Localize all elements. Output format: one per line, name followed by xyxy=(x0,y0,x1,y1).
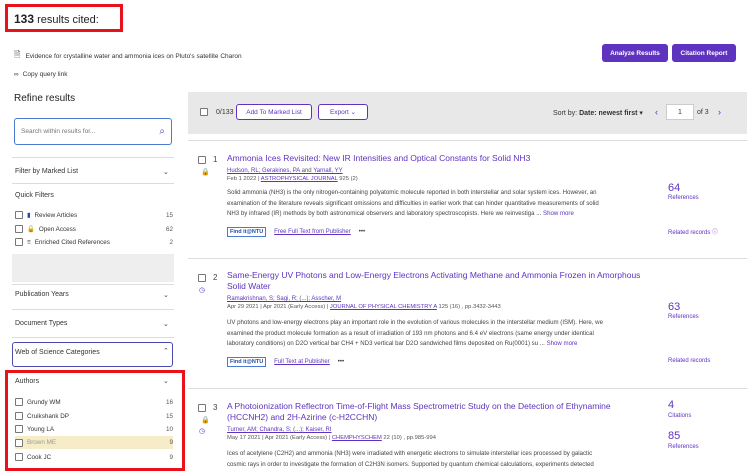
caret-down-icon: ▾ xyxy=(639,110,643,117)
analyze-results-button[interactable]: Analyze Results xyxy=(602,44,668,62)
result-card: 3 🔒 ◷ A Photoionization Reflectron Time-… xyxy=(188,388,747,471)
full-text-link[interactable]: Full Text at Publisher xyxy=(274,359,330,365)
checkbox[interactable] xyxy=(15,238,23,246)
references-label: References xyxy=(668,314,699,320)
result-title[interactable]: Ammonia Ices Revisited: New IR Intensiti… xyxy=(227,153,530,164)
result-meta: May 17 2021 | Apr 2021 (Early Access) | … xyxy=(227,435,436,441)
search-within-box[interactable]: ⌕ xyxy=(14,118,172,145)
citations-count[interactable]: 4 xyxy=(668,399,674,411)
filter-marked-list[interactable]: Filter by Marked List xyxy=(15,168,78,175)
checkbox[interactable] xyxy=(15,211,23,219)
result-checkbox[interactable] xyxy=(198,403,206,412)
more-options-icon[interactable]: ••• xyxy=(338,359,344,365)
link-icon: ∞ xyxy=(14,71,19,78)
quick-filter-open-access[interactable]: 🔓 Open Access 62 xyxy=(15,225,173,233)
result-card: 1 🔒 Ammonia Ices Revisited: New IR Inten… xyxy=(188,140,747,250)
citation-report-button[interactable]: Citation Report xyxy=(672,44,736,62)
result-title[interactable]: A Photoionization Reflectron Time-of-Fli… xyxy=(227,401,611,423)
result-authors[interactable]: Turner, AM; Chandra, S; (...); Kaiser, R… xyxy=(227,427,332,433)
select-all-checkbox[interactable] xyxy=(200,108,208,116)
clock-icon: ◷ xyxy=(199,287,206,294)
quick-filters-title: Quick Filters xyxy=(15,192,54,199)
search-within-input[interactable] xyxy=(21,128,160,135)
chevron-down-icon[interactable]: ⌄ xyxy=(163,320,169,328)
checkbox[interactable] xyxy=(15,225,23,233)
result-card: 2 ◷ Same-Energy UV Photons and Low-Energ… xyxy=(188,258,747,376)
highlight-authors xyxy=(5,370,185,471)
result-meta: Apr 29 2021 | Apr 2021 (Early Access) | … xyxy=(227,304,501,310)
more-options-icon[interactable]: ••• xyxy=(359,229,365,235)
add-to-marked-list-button[interactable]: Add To Marked List xyxy=(236,104,312,120)
show-more-link[interactable]: Show more xyxy=(543,210,574,217)
document-types-filter[interactable]: Document Types xyxy=(15,320,67,327)
result-number[interactable]: 1 xyxy=(198,155,217,164)
page-input[interactable]: 1 xyxy=(666,104,694,120)
prev-page-icon[interactable]: ‹ xyxy=(655,107,658,117)
search-icon[interactable]: ⌕ xyxy=(159,126,165,137)
refine-results-title: Refine results xyxy=(14,93,76,104)
result-checkbox[interactable] xyxy=(198,273,206,282)
show-more-link[interactable]: Show more xyxy=(547,340,578,347)
lock-open-icon: 🔓 xyxy=(27,226,35,233)
list-icon: ≡ xyxy=(27,238,31,246)
references-count[interactable]: 85 xyxy=(668,430,680,442)
document-icon: 🗎 xyxy=(14,50,21,59)
wos-categories-label: Web of Science Categories xyxy=(15,349,100,356)
lock-icon: 🔒 xyxy=(201,169,210,176)
copy-query-link[interactable]: ∞ Copy query link xyxy=(14,71,67,78)
result-abstract: UV photons and low-energy electrons play… xyxy=(227,319,603,347)
quick-filter-review[interactable]: ▮ Review Articles 15 xyxy=(15,211,173,219)
highlight-results-count xyxy=(5,4,123,32)
references-label: References xyxy=(668,444,699,450)
result-title[interactable]: Same-Energy UV Photons and Low-Energy El… xyxy=(227,270,640,292)
citations-label: Citations xyxy=(668,413,692,419)
related-records-link[interactable]: Related records ⓘ xyxy=(668,227,718,236)
references-count[interactable]: 63 xyxy=(668,301,680,313)
quick-filter-enriched[interactable]: ≡ Enriched Cited References 2 xyxy=(15,238,173,246)
page-total: of 3 xyxy=(697,109,709,116)
result-checkbox[interactable] xyxy=(198,155,206,164)
help-icon[interactable]: ⓘ xyxy=(712,230,718,236)
sort-by[interactable]: Sort by: Date: newest first ▾ xyxy=(553,109,643,117)
references-label: References xyxy=(668,195,699,201)
clock-icon: ◷ xyxy=(199,428,206,435)
result-links: Find it@NTU Free Full Text from Publishe… xyxy=(227,227,365,237)
find-it-button[interactable]: Find it@NTU xyxy=(227,227,267,237)
export-button[interactable]: Export ⌄ xyxy=(318,104,368,120)
full-text-link[interactable]: Free Full Text from Publisher xyxy=(274,229,351,235)
review-icon: ▮ xyxy=(27,211,31,219)
chevron-down-icon[interactable]: ⌄ xyxy=(163,291,169,299)
related-records-link[interactable]: Related records xyxy=(668,358,710,364)
chevron-down-icon: ⌄ xyxy=(350,109,357,116)
result-number[interactable]: 2 xyxy=(198,273,217,282)
result-authors[interactable]: Ramakrishnan, S; Sagi, R; (...); Asscher… xyxy=(227,296,341,302)
select-all[interactable]: 0/133 xyxy=(200,108,234,116)
chevron-down-icon[interactable]: ⌄ xyxy=(163,168,169,176)
result-links: Find it@NTU Full Text at Publisher ••• xyxy=(227,357,344,367)
next-page-icon[interactable]: › xyxy=(718,107,721,117)
references-count[interactable]: 64 xyxy=(668,182,680,194)
lock-icon: 🔒 xyxy=(201,417,210,424)
publication-years-filter[interactable]: Publication Years xyxy=(15,291,69,298)
result-abstract: Ices of acetylene (C2H2) and ammonia (NH… xyxy=(227,450,594,468)
cited-document[interactable]: 🗎 Evidence for crystalline water and amm… xyxy=(14,49,242,63)
result-number[interactable]: 3 xyxy=(198,403,217,412)
result-authors[interactable]: Hudson, RL; Gerakines, PA and Yarnall, Y… xyxy=(227,168,343,174)
result-meta: Feb 1 2022 | ASTROPHYSICAL JOURNAL 925 (… xyxy=(227,176,358,182)
chevron-up-icon[interactable]: ⌃ xyxy=(163,347,169,355)
find-it-button[interactable]: Find it@NTU xyxy=(227,357,267,367)
result-abstract: Solid ammonia (NH3) is the only nitrogen… xyxy=(227,189,599,217)
